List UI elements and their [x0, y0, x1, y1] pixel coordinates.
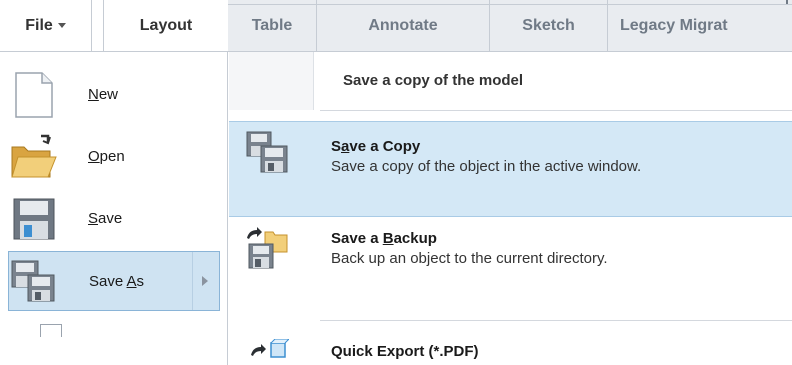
ribbon-corner-mark — [786, 0, 788, 4]
save-backup-icon — [245, 226, 289, 270]
save-a-copy-description: Save a copy of the object in the active … — [331, 158, 642, 175]
file-tab-label: File — [25, 17, 53, 34]
tab-table[interactable]: Table — [228, 0, 317, 51]
tab-layout[interactable]: Layout — [103, 0, 228, 51]
quick-export-icon — [249, 339, 289, 361]
floppy-disk-icon — [10, 195, 58, 243]
tab-table-label: Table — [251, 17, 293, 34]
next-item-icon-partial — [40, 324, 62, 337]
submenu-header: Save a copy of the model — [229, 52, 792, 111]
save-a-copy-title: Save a Copy — [331, 138, 421, 155]
menu-item-save[interactable]: Save — [8, 189, 220, 249]
tab-annotate[interactable]: Annotate — [317, 0, 490, 51]
tab-sketch-label: Sketch — [522, 17, 575, 34]
ribbon-tab-bar: File Layout Table Annotate Sketch Legacy… — [0, 0, 792, 52]
menu-item-new-label: New — [88, 86, 119, 103]
chevron-right-icon — [202, 276, 208, 286]
save-as-icon — [10, 257, 58, 305]
menu-item-new[interactable]: New — [8, 65, 220, 125]
tab-legacy-migration-label: Legacy Migrat — [620, 17, 728, 34]
menu-item-save-label: Save — [88, 210, 123, 227]
tab-sketch[interactable]: Sketch — [490, 0, 608, 51]
menu-item-save-a-backup[interactable]: Save a Backup Back up an object to the c… — [229, 218, 792, 314]
menu-item-save-as[interactable]: Save As — [8, 251, 220, 311]
save-as-submenu: Save a copy of the model Save a Copy Sav… — [229, 52, 792, 365]
file-menu-tab[interactable]: File — [0, 0, 92, 51]
tab-annotate-label: Annotate — [368, 17, 438, 34]
new-document-icon — [10, 71, 58, 119]
menu-item-save-as-label: Save As — [89, 273, 145, 290]
chevron-down-icon — [57, 23, 66, 29]
save-a-backup-description: Back up an object to the current directo… — [331, 250, 608, 267]
folder-open-icon — [10, 133, 58, 181]
tab-layout-label: Layout — [139, 17, 193, 34]
submenu-header-divider — [320, 110, 792, 111]
tab-legacy-migration[interactable]: Legacy Migrat — [608, 0, 792, 51]
save-a-backup-title: Save a Backup — [331, 230, 437, 247]
menu-item-open-label: Open — [88, 148, 125, 165]
menu-item-quick-export-pdf[interactable]: Quick Export (*.PDF) — [229, 321, 792, 365]
save-copy-icon — [245, 130, 289, 174]
submenu-arrow-button[interactable] — [192, 252, 219, 310]
submenu-title: Save a copy of the model — [343, 72, 524, 89]
menu-item-open[interactable]: Open — [8, 127, 220, 187]
submenu-icon-column — [229, 52, 314, 110]
quick-export-title: Quick Export (*.PDF) — [331, 343, 479, 360]
menu-item-save-a-copy[interactable]: Save a Copy Save a copy of the object in… — [229, 121, 792, 217]
file-menu-pane: New Open Save Save As — [0, 52, 228, 365]
